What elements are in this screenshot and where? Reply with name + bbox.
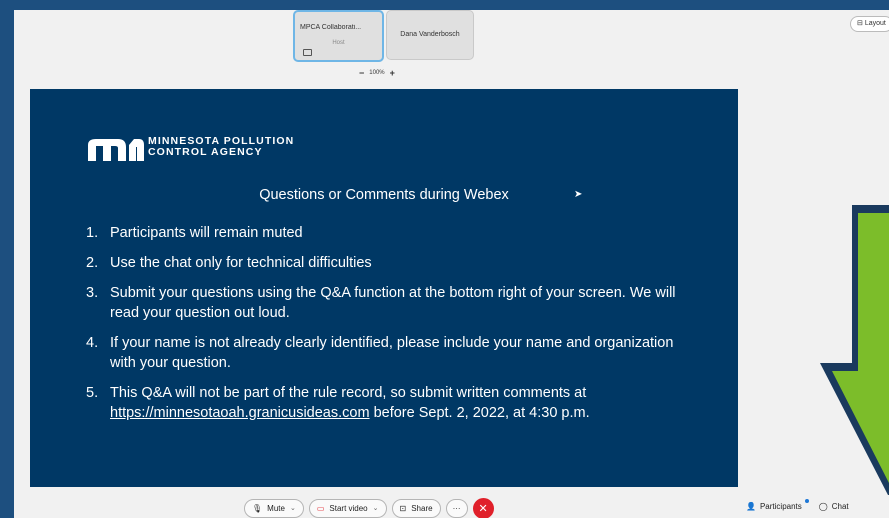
layout-icon: ⊟	[857, 20, 863, 27]
list-item: 1. Participants will remain muted	[86, 223, 686, 243]
start-video-button[interactable]: ▭ Start video ⌄	[308, 498, 387, 518]
list-item: 3. Submit your questions using the Q&A f…	[86, 283, 686, 323]
zoom-control: − 100% +	[359, 68, 419, 78]
zoom-in-button[interactable]: +	[390, 68, 395, 78]
meeting-window: MPCA Collaborati... Host Dana Vanderbosc…	[14, 10, 889, 518]
panel-controls: 👤 Participants ◯ Chat	[746, 499, 849, 511]
list-text: Use the chat only for technical difficul…	[110, 255, 372, 271]
chat-button[interactable]: ◯ Chat	[819, 502, 849, 511]
green-arrow-icon	[820, 205, 889, 495]
agency-name: MINNESOTA POLLUTION CONTROL AGENCY	[148, 135, 295, 158]
list-text: Participants will remain muted	[110, 225, 303, 241]
layout-button[interactable]: ⊟ Layout	[850, 16, 889, 32]
screen-share-icon	[303, 49, 312, 56]
participants-label: Participants	[759, 502, 802, 511]
participant-name: Dana Vanderbosch	[400, 31, 460, 38]
share-label: Share	[411, 503, 433, 513]
list-number: 3.	[86, 285, 99, 301]
list-item: 5. This Q&A will not be part of the rule…	[86, 383, 686, 423]
list-text: If your name is not already clearly iden…	[110, 335, 674, 371]
host-name: MPCA Collaborati...	[300, 24, 362, 31]
meeting-controls: 🎙 Mute ⌄ ▭ Start video ⌄ ⊡ Share ··· ✕	[244, 497, 494, 518]
comments-link[interactable]: https://minnesotaoah.granicusideas.com	[110, 405, 370, 421]
participants-button[interactable]: 👤 Participants	[746, 499, 809, 511]
participant-video-tile[interactable]: Dana Vanderbosch	[386, 10, 474, 60]
mute-label: Mute	[267, 503, 285, 513]
chat-icon: ◯	[818, 502, 828, 511]
more-options-button[interactable]: ···	[445, 498, 468, 518]
zoom-out-button[interactable]: −	[359, 68, 364, 78]
list-text: This Q&A will not be part of the rule re…	[110, 385, 587, 401]
list-number: 1.	[86, 225, 99, 241]
notification-dot	[804, 499, 809, 503]
zoom-level: 100%	[369, 70, 385, 76]
list-text-tail: before Sept. 2, 2022, at 4:30 p.m.	[369, 405, 590, 421]
share-button[interactable]: ⊡ Share	[391, 498, 441, 518]
layout-label: Layout	[864, 20, 886, 27]
mute-button[interactable]: 🎙 Mute ⌄	[244, 498, 304, 518]
chevron-down-icon[interactable]: ⌄	[290, 504, 296, 512]
share-icon: ⊡	[399, 503, 407, 513]
end-meeting-button[interactable]: ✕	[472, 497, 494, 518]
list-number: 5.	[86, 385, 99, 401]
slide-list: 1. Participants will remain muted 2. Use…	[86, 223, 686, 433]
list-text: Submit your questions using the Q&A func…	[110, 285, 676, 321]
chat-label: Chat	[831, 502, 849, 511]
list-item: 4. If your name is not already clearly i…	[86, 333, 686, 373]
microphone-icon: 🎙	[252, 503, 263, 513]
list-item: 2. Use the chat only for technical diffi…	[86, 253, 686, 273]
list-number: 4.	[86, 335, 99, 351]
list-number: 2.	[86, 255, 99, 271]
mpca-logo-icon	[88, 139, 144, 161]
slide-title: Questions or Comments during Webex	[259, 187, 509, 203]
mouse-cursor-icon: ➤	[574, 189, 583, 200]
host-role: Host	[332, 40, 345, 46]
chevron-down-icon[interactable]: ⌄	[373, 504, 379, 512]
start-video-label: Start video	[329, 503, 368, 513]
video-off-icon: ▭	[316, 503, 325, 513]
participants-icon: 👤	[746, 502, 756, 511]
host-video-tile[interactable]: MPCA Collaborati... Host	[293, 10, 384, 62]
shared-slide: MINNESOTA POLLUTION CONTROL AGENCY Quest…	[30, 89, 738, 487]
